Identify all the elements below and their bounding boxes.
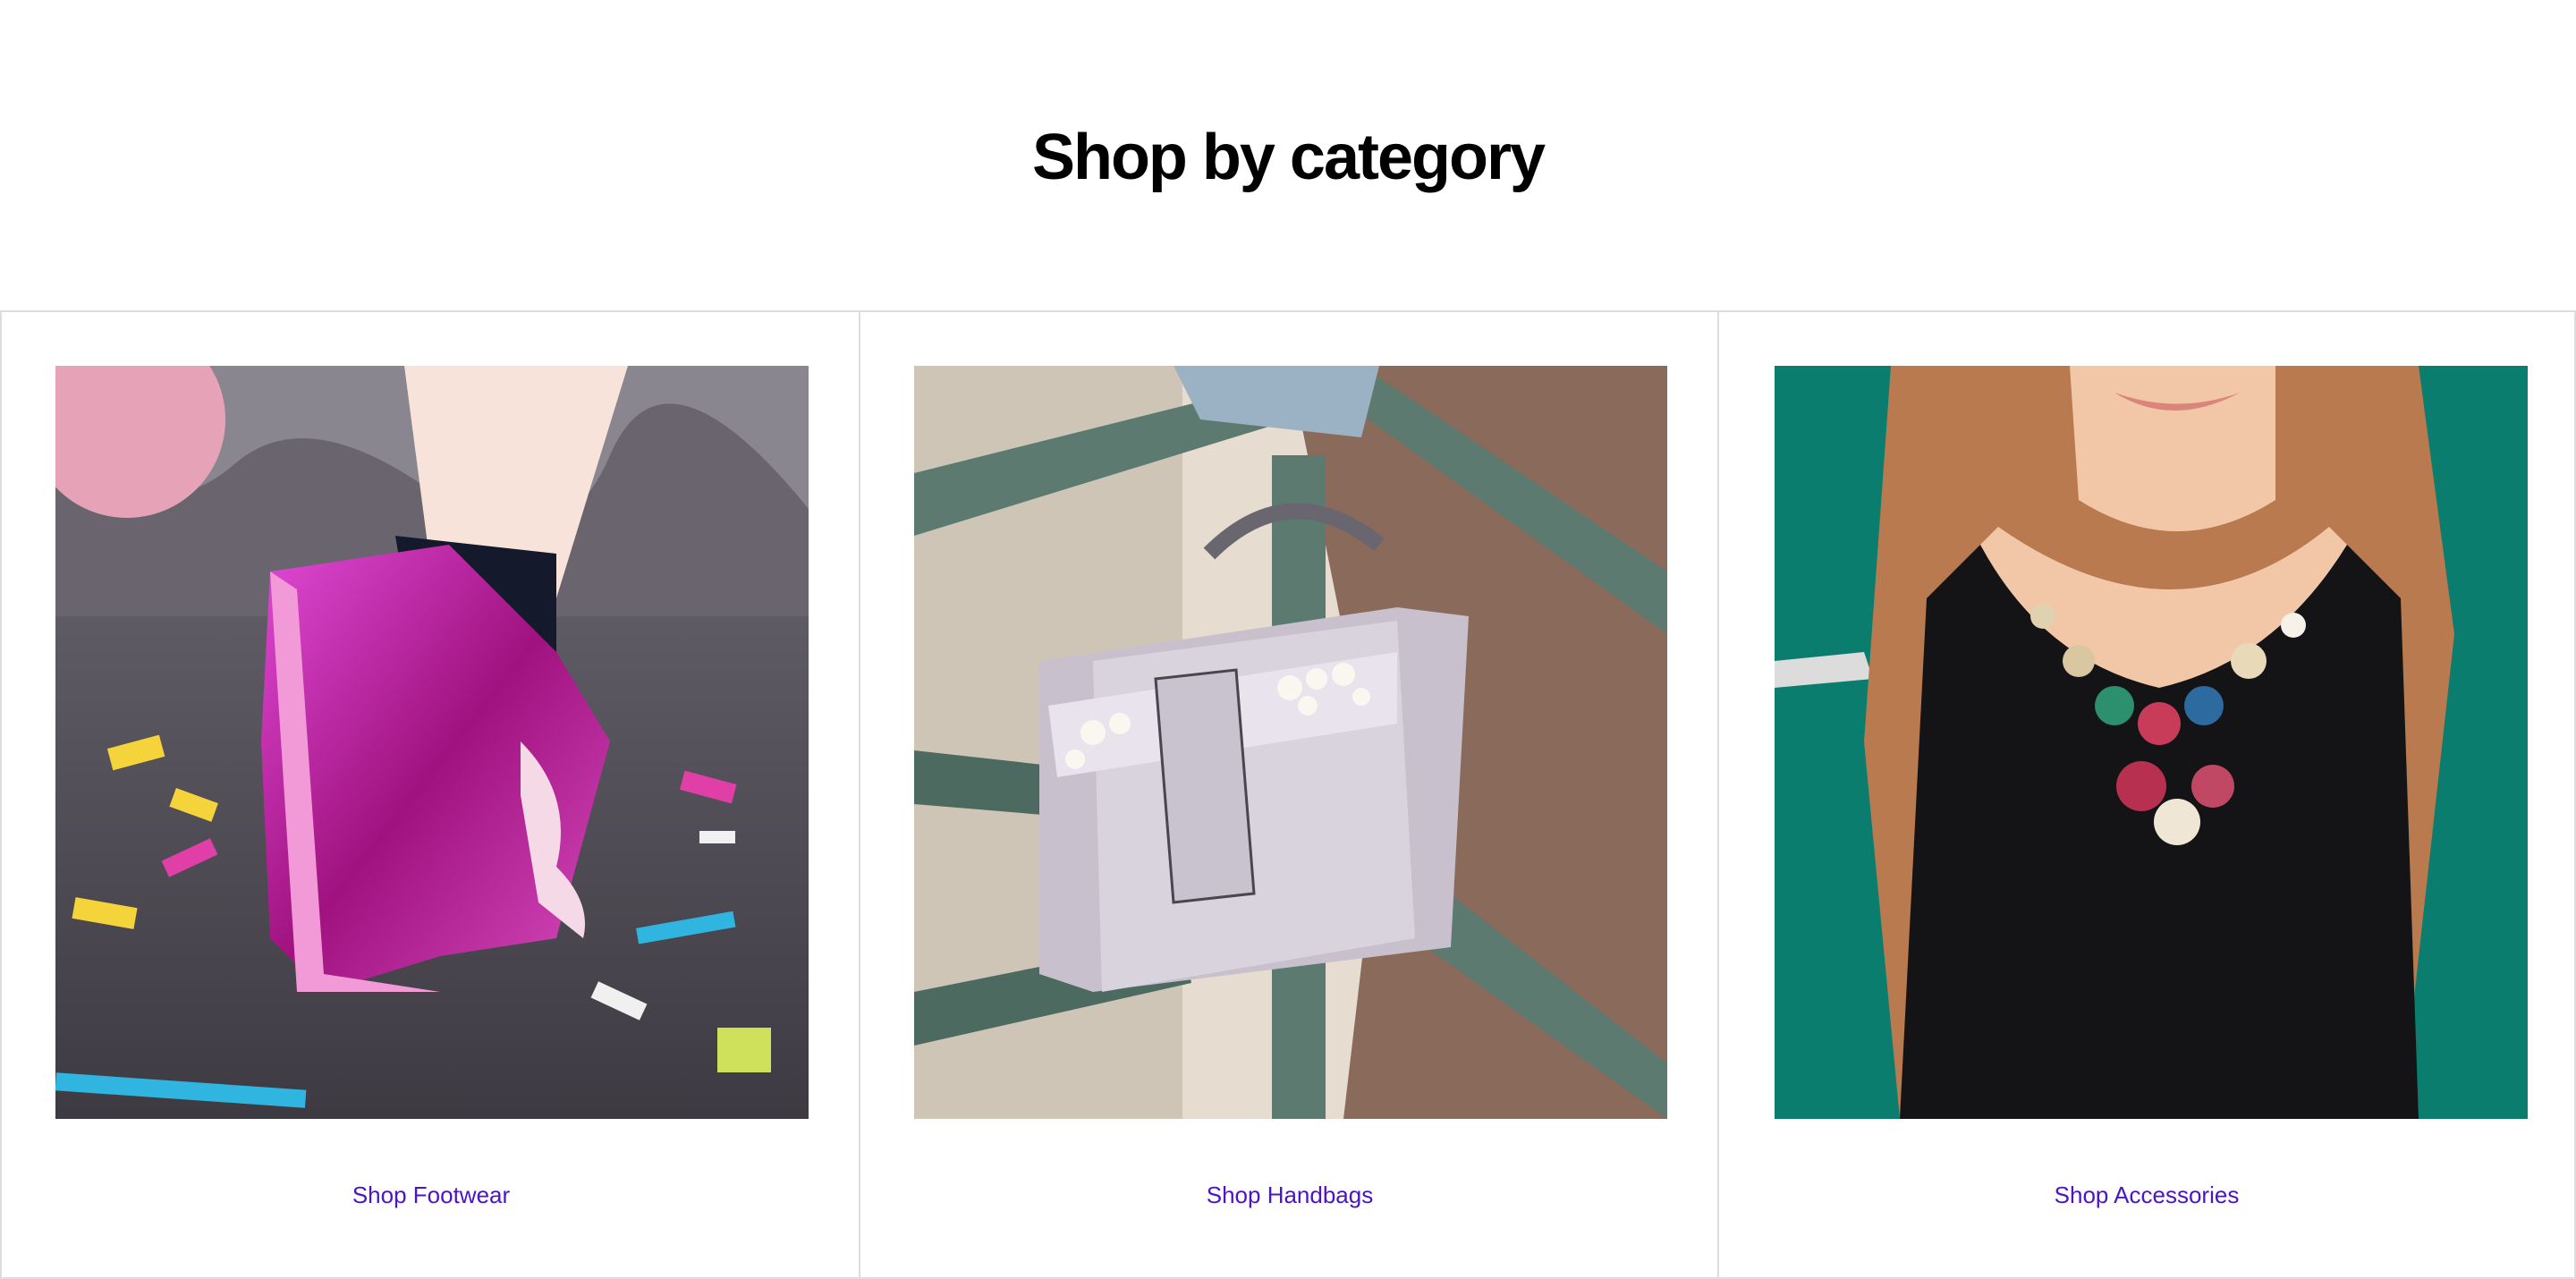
necklace-photo-icon	[1775, 366, 2528, 1119]
page-title: Shop by category	[1031, 122, 1546, 193]
category-card-handbags[interactable]: Shop Handbags	[859, 312, 1719, 1279]
handbags-image[interactable]	[914, 366, 1667, 1119]
sneaker-photo-icon	[55, 366, 809, 1119]
shop-handbags-link[interactable]: Shop Handbags	[860, 1182, 1719, 1209]
category-grid: Shop Footwear Shop Handbags Shop Accesso…	[0, 310, 2576, 1279]
accessories-image[interactable]	[1775, 366, 2528, 1119]
footwear-image[interactable]	[55, 366, 809, 1119]
handbag-photo-icon	[914, 366, 1667, 1119]
category-card-footwear[interactable]: Shop Footwear	[0, 312, 860, 1279]
shop-accessories-link[interactable]: Shop Accessories	[1719, 1182, 2574, 1209]
shop-footwear-link[interactable]: Shop Footwear	[2, 1182, 860, 1209]
category-card-accessories[interactable]: Shop Accessories	[1717, 312, 2576, 1279]
